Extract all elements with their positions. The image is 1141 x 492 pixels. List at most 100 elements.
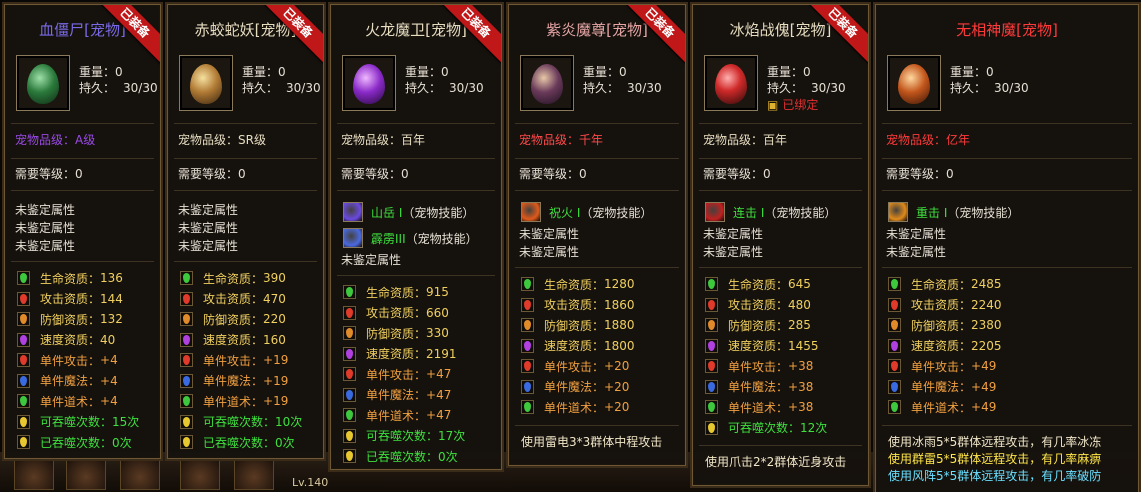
skill-tag: （宠物技能） — [764, 205, 837, 220]
attack-description: 使用雷电3*3群体中程攻击 — [521, 434, 663, 449]
hotbar-slot[interactable] — [234, 458, 274, 490]
pet-skill[interactable]: 重击 I （宠物技能） — [888, 201, 1019, 223]
weight-stat: 重量：0 — [79, 63, 123, 80]
stat-gem-icon — [343, 428, 356, 443]
stat-gem-icon — [343, 367, 356, 381]
stat-name: 可吞噬次数： — [366, 429, 439, 443]
required-level-label: 需要等级： — [519, 167, 580, 181]
stat-name: 已吞噬次数： — [366, 449, 439, 464]
stat-value: 2191 — [426, 346, 457, 361]
stat-row-spd: 速度资质： 1455 — [705, 337, 819, 355]
required-level-label: 需要等级： — [341, 167, 402, 181]
gem-dot — [346, 430, 353, 441]
stat-gem-icon — [180, 373, 193, 388]
gem-dot — [183, 293, 190, 304]
durability-label: 持久： — [950, 81, 987, 95]
stat-name: 攻击资质： — [203, 292, 264, 306]
stat-value: 220 — [263, 312, 286, 326]
skill-name: 霹雳III — [371, 231, 406, 246]
gem-dot — [183, 334, 190, 345]
weight-label: 重量： — [242, 65, 279, 79]
stat-value: 480 — [788, 297, 811, 312]
stat-gem-icon — [521, 297, 534, 312]
pet-egg-slot[interactable] — [16, 55, 70, 111]
stat-row-s_mag: 单件魔法： +4 — [17, 372, 118, 390]
stat-gem-icon — [888, 400, 901, 414]
stat-row-swallowed: 已吞噬次数： 0次 — [17, 433, 132, 451]
hotbar-slot[interactable] — [180, 458, 220, 490]
divider — [699, 158, 862, 159]
weight-stat: 重量：0 — [405, 63, 449, 80]
divider — [11, 123, 154, 124]
pet-skill[interactable]: 山岳 I （宠物技能） — [343, 201, 474, 223]
stat-row-s_atk: 单件攻击： +47 — [343, 365, 451, 383]
stat-name: 防御资质： — [728, 318, 789, 333]
stat-name: 攻击资质： — [728, 298, 789, 312]
stat-gem-icon — [705, 420, 718, 435]
gem-dot — [891, 361, 898, 371]
divider — [882, 190, 1132, 191]
pet-skill[interactable]: 祝火 I （宠物技能） — [521, 201, 652, 223]
hotbar-slot[interactable] — [14, 458, 54, 490]
gem-dot — [708, 299, 715, 310]
unidentified-attribute: 未鉴定属性 — [703, 245, 764, 259]
stat-name: 单件攻击： — [40, 353, 101, 368]
pet-skill[interactable]: 霹雳III （宠物技能） — [343, 227, 478, 249]
stat-name: 攻击资质： — [366, 306, 427, 320]
durability-stat: 持久： 30/30 — [242, 79, 321, 96]
stat-name: 单件道术： — [40, 394, 101, 409]
stat-gem-icon — [343, 346, 356, 361]
pet-tooltip-card: 冰焰战傀[宠物] 已装备 重量：0 持久： 30/30 ▣ 已绑定 宠物品级：百年 需要等级：0… — [692, 4, 869, 486]
gem-dot — [708, 340, 715, 351]
pet-egg-slot[interactable] — [520, 55, 574, 111]
stat-value: 330 — [426, 326, 449, 340]
stat-name: 单件攻击： — [544, 359, 605, 374]
stat-row-swallowed: 已吞噬次数： 0次 — [180, 433, 295, 451]
stat-gem-icon — [180, 435, 193, 449]
stat-name: 速度资质： — [544, 339, 605, 353]
stat-value: 0次 — [438, 449, 458, 464]
stat-name: 单件魔法： — [366, 388, 427, 402]
skill-tag: （宠物技能） — [402, 205, 475, 220]
stat-row-swallow: 可吞噬次数： 15次 — [17, 413, 139, 431]
weight-value: 0 — [441, 65, 449, 79]
stat-name: 生命资质： — [911, 277, 972, 292]
divider — [515, 267, 679, 268]
pet-egg-slot[interactable] — [342, 55, 396, 111]
bound-status: ▣ 已绑定 — [767, 96, 818, 113]
stat-name: 单件魔法： — [203, 374, 264, 388]
stat-gem-icon — [17, 353, 30, 367]
hotbar-slot[interactable] — [66, 458, 106, 490]
stat-name: 单件攻击： — [728, 359, 789, 374]
stat-value: 144 — [100, 291, 123, 306]
pet-egg-slot[interactable] — [704, 55, 758, 111]
required-level-label: 需要等级： — [15, 167, 76, 181]
stat-value: 40 — [100, 332, 116, 347]
pet-tooltip-card: 赤蛟蛇妖[宠物] 已装备 重量：0 持久： 30/30 宠物品级：SR级 需要等级：0 未鉴定… — [167, 4, 324, 459]
pet-egg-slot[interactable] — [887, 55, 941, 111]
pet-egg-icon — [531, 64, 563, 104]
stat-name: 生命资质： — [544, 277, 605, 292]
stat-name: 单件魔法： — [911, 380, 972, 394]
stat-row-def: 防御资质： 2380 — [888, 316, 1002, 334]
gem-dot — [891, 320, 898, 330]
unidentified-attribute: 未鉴定属性 — [886, 245, 947, 259]
pet-grade: 宠物品级：亿年 — [886, 133, 971, 147]
pet-egg-icon — [190, 64, 222, 104]
pet-egg-slot[interactable] — [179, 55, 233, 111]
skill-tag: （宠物技能） — [405, 231, 478, 246]
weight-stat: 重量：0 — [242, 63, 286, 80]
stat-name: 单件攻击： — [366, 367, 427, 382]
stat-name: 单件攻击： — [203, 353, 264, 368]
stat-value: 1280 — [604, 277, 635, 291]
hotbar-slot[interactable] — [120, 458, 160, 490]
stat-row-hp: 生命资质： 645 — [705, 275, 811, 293]
stat-row-s_tao: 单件道术： +19 — [180, 392, 288, 410]
skill-name: 山岳 I — [371, 205, 403, 220]
pet-skill[interactable]: 连击 I （宠物技能） — [705, 201, 836, 223]
stat-gem-icon — [343, 387, 356, 402]
stat-gem-icon — [180, 312, 193, 326]
divider — [174, 123, 317, 124]
gem-dot — [524, 320, 531, 330]
stat-name: 生命资质： — [40, 271, 101, 286]
